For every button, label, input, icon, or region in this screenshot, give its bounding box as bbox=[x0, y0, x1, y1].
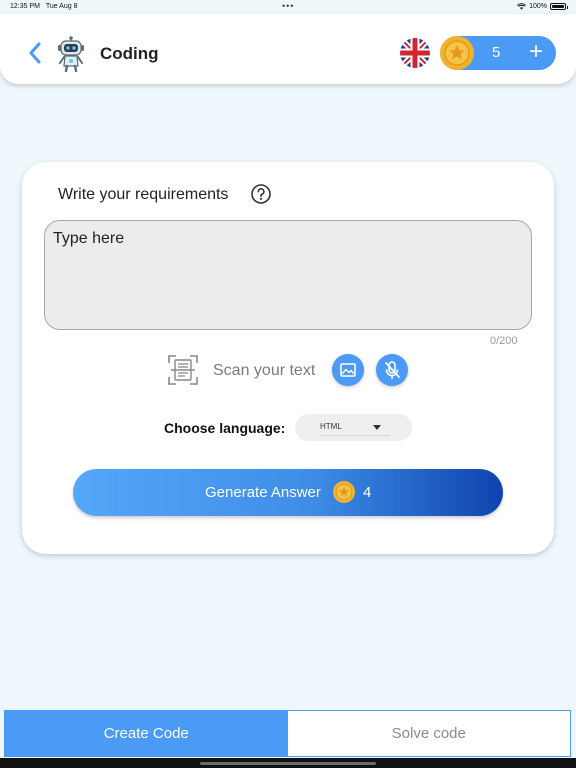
page-title: Coding bbox=[100, 44, 159, 63]
help-icon[interactable] bbox=[251, 184, 271, 204]
generate-cost: 4 bbox=[363, 484, 372, 501]
coin-count: 5 bbox=[492, 44, 501, 61]
tab-create-code[interactable]: Create Code bbox=[5, 711, 288, 756]
tab-solve-code-label: Solve code bbox=[391, 725, 466, 742]
language-value: HTML bbox=[320, 422, 342, 431]
select-underline bbox=[320, 435, 390, 436]
coin-balance[interactable]: 5 + bbox=[440, 36, 556, 70]
multitasking-dots[interactable]: ••• bbox=[282, 1, 294, 11]
status-right: 100% bbox=[517, 3, 568, 10]
mic-off-icon bbox=[385, 361, 400, 380]
dropdown-caret-icon bbox=[373, 425, 381, 430]
generate-answer-button[interactable]: Generate Answer 4 bbox=[73, 469, 503, 516]
coin-icon bbox=[333, 481, 355, 503]
language-label: Choose language: bbox=[164, 420, 286, 436]
scan-icon[interactable] bbox=[167, 354, 199, 386]
robot-icon bbox=[58, 36, 84, 72]
requirements-placeholder: Type here bbox=[53, 230, 125, 247]
home-indicator[interactable] bbox=[200, 762, 376, 765]
char-counter: 0/200 bbox=[490, 335, 518, 347]
uk-flag-icon[interactable] bbox=[400, 38, 430, 68]
coin-icon bbox=[440, 36, 474, 70]
tab-solve-code[interactable]: Solve code bbox=[288, 711, 571, 756]
back-icon[interactable] bbox=[24, 38, 46, 68]
scan-label[interactable]: Scan your text bbox=[213, 362, 315, 380]
wifi-icon bbox=[517, 3, 527, 10]
add-coins-button[interactable]: + bbox=[522, 38, 550, 66]
image-upload-button[interactable] bbox=[332, 354, 364, 386]
battery-icon bbox=[550, 3, 568, 10]
language-select[interactable]: HTML bbox=[295, 414, 412, 441]
voice-input-button[interactable] bbox=[376, 354, 408, 386]
image-icon bbox=[340, 363, 356, 377]
battery-percent: 100% bbox=[529, 3, 547, 10]
requirements-card: Write your requirements Type here 0/200 … bbox=[22, 162, 554, 554]
app-header: Coding 5 + bbox=[0, 14, 576, 84]
status-time: 12:35 PM Tue Aug 8 bbox=[10, 3, 78, 10]
requirements-label: Write your requirements bbox=[58, 186, 229, 203]
status-bar: 12:35 PM Tue Aug 8 ••• 100% bbox=[0, 0, 576, 14]
requirements-input[interactable]: Type here bbox=[44, 220, 532, 330]
generate-label: Generate Answer bbox=[205, 484, 321, 501]
bottom-tabs: Create Code Solve code bbox=[4, 710, 571, 757]
tab-create-code-label: Create Code bbox=[103, 725, 189, 742]
